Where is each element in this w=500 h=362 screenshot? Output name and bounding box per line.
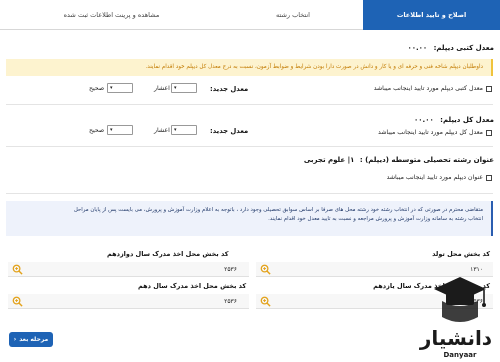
- info-notice: متقاضی محترم در صورتی که در انتخاب رشته …: [6, 201, 493, 236]
- info-line-2: انتخاب رشته به سامانه وزارت آموزش و پرور…: [268, 216, 483, 222]
- graduation-cap-icon: دانشیار Danyaar: [419, 277, 492, 359]
- grade12-place-value: ۲۵۳۶: [224, 266, 237, 273]
- divider: [6, 193, 493, 194]
- tab-field-selection[interactable]: انتخاب رشته: [223, 0, 363, 30]
- written-integer-label: صحیح: [89, 85, 105, 92]
- total-integer-select[interactable]: ▾: [107, 125, 133, 135]
- chevron-down-icon: ▾: [174, 85, 177, 91]
- field-of-study-value: ۱| علوم تجربی: [303, 156, 355, 164]
- written-decimal-select[interactable]: ▾: [171, 83, 197, 93]
- grade10-place-label: کد بخش محل اخذ مدرک سال دهم: [138, 282, 247, 290]
- field-confirm-label: عنوان دیپلم مورد تایید اینجانب میباشد: [386, 174, 483, 181]
- total-diploma-confirm[interactable]: معدل کل دیپلم مورد تایید اینجانب میباشد: [378, 129, 492, 136]
- total-diploma-title: معدل کل دیپلم: ۰۰.۰۰: [414, 116, 494, 124]
- tab-bar: اصلاح و تایید اطلاعات انتخاب رشته مشاهده…: [0, 0, 500, 30]
- written-confirm-checkbox[interactable]: [486, 85, 492, 92]
- written-diploma-title-text: معدل کتبی دیپلم:: [433, 44, 494, 52]
- zoom-icon[interactable]: [12, 264, 23, 275]
- chevron-down-icon: ▾: [110, 127, 113, 133]
- written-diploma-notice: داوطلبان دیپلم شاخه فنی و حرفه ای و یا ک…: [6, 59, 493, 76]
- total-decimal-select[interactable]: ▾: [171, 125, 197, 135]
- field-of-study-confirm[interactable]: عنوان دیپلم مورد تایید اینجانب میباشد: [387, 174, 492, 181]
- total-integer-label: صحیح: [89, 127, 105, 134]
- divider: [6, 146, 493, 147]
- total-diploma-title-text: معدل کل دیپلم:: [440, 116, 494, 124]
- written-diploma-value: ۰۰.۰۰: [407, 44, 428, 52]
- notice-text: داوطلبان دیپلم شاخه فنی و حرفه ای و یا ک…: [145, 64, 483, 70]
- written-diploma-confirm[interactable]: معدل کتبی دیپلم مورد تایید اینجانب میباش…: [374, 85, 492, 92]
- grade10-place-value: ۲۵۳۶: [224, 298, 237, 305]
- zoom-icon[interactable]: [260, 296, 271, 307]
- svg-text:Danyaar: Danyaar: [444, 351, 478, 359]
- written-new-avg-label: معدل جدید:: [210, 85, 249, 93]
- tab-label: اصلاح و تایید اطلاعات: [396, 10, 467, 19]
- chevron-down-icon: ▾: [174, 127, 177, 133]
- written-diploma-title: معدل کتبی دیپلم: ۰۰.۰۰: [407, 44, 494, 52]
- birth-place-label: کد بخش محل تولد: [432, 250, 490, 258]
- field-of-study-title-text: عنوان رشته تحصیلی متوسطه (دیپلم) :: [359, 156, 494, 164]
- total-decimal-label: اعشار: [154, 127, 170, 134]
- tab-label: مشاهده و پرینت اطلاعات ثبت شده: [63, 10, 160, 19]
- written-integer-select[interactable]: ▾: [107, 83, 133, 93]
- total-diploma-value: ۰۰.۰۰: [413, 116, 434, 124]
- svg-text:دانشیار: دانشیار: [419, 326, 492, 350]
- written-decimal-label: اعشار: [154, 85, 170, 92]
- written-confirm-label: معدل کتبی دیپلم مورد تایید اینجانب میباش…: [373, 85, 483, 92]
- tab-view-print[interactable]: مشاهده و پرینت اطلاعات ثبت شده: [0, 0, 223, 30]
- chevron-left-icon: ‹: [13, 336, 17, 343]
- next-step-button[interactable]: مرحله بعد ‹: [9, 332, 53, 347]
- tab-label: انتخاب رشته: [276, 10, 310, 19]
- tab-edit-confirm[interactable]: اصلاح و تایید اطلاعات: [363, 0, 500, 30]
- total-new-avg-label: معدل جدید:: [210, 127, 249, 135]
- info-line-1: متقاضی محترم در صورتی که در انتخاب رشته …: [73, 207, 483, 213]
- grade10-place-field[interactable]: ۲۵۳۶: [8, 294, 249, 309]
- divider: [6, 104, 493, 105]
- next-step-label: مرحله بعد: [19, 336, 49, 343]
- grade12-place-field[interactable]: ۲۵۳۶: [8, 262, 249, 277]
- zoom-icon[interactable]: [260, 264, 271, 275]
- danyaar-watermark-logo: دانشیار Danyaar: [398, 271, 498, 361]
- field-confirm-checkbox[interactable]: [486, 174, 492, 181]
- total-confirm-checkbox[interactable]: [486, 129, 492, 136]
- field-of-study-title: عنوان رشته تحصیلی متوسطه (دیپلم) : ۱| عل…: [304, 156, 494, 164]
- total-confirm-label: معدل کل دیپلم مورد تایید اینجانب میباشد: [377, 129, 483, 136]
- chevron-down-icon: ▾: [110, 85, 113, 91]
- zoom-icon[interactable]: [12, 296, 23, 307]
- grade12-place-label: کد بخش محل اخذ مدرک سال دوازدهم: [107, 250, 229, 258]
